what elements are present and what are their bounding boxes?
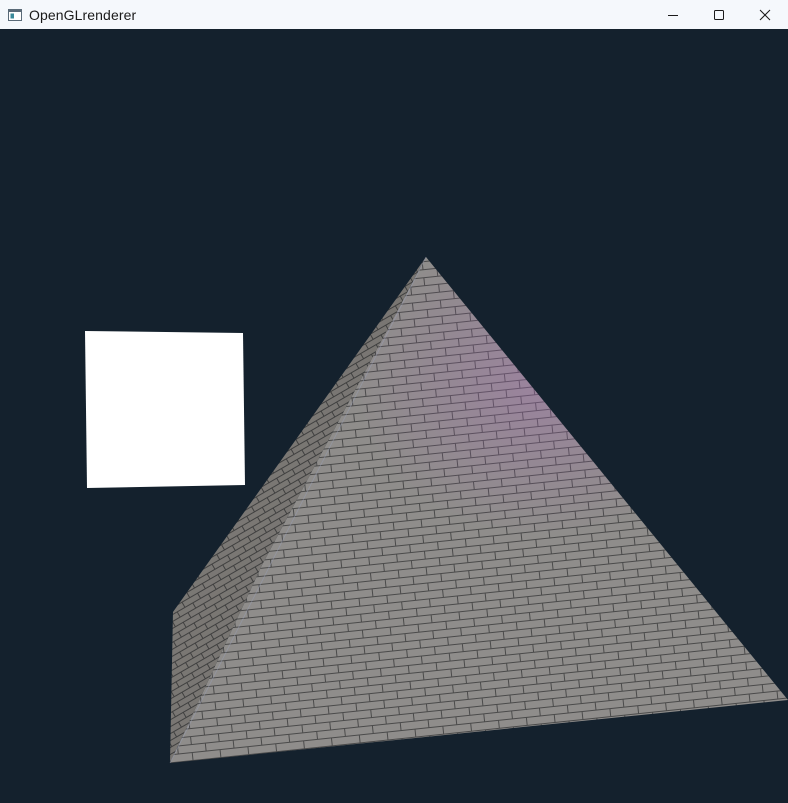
close-button[interactable] [742, 0, 788, 29]
scene-canvas [85, 256, 788, 764]
maximize-icon [714, 9, 724, 20]
close-icon [759, 9, 771, 20]
minimize-icon [668, 14, 678, 16]
app-window-icon [8, 8, 22, 22]
maximize-button[interactable] [696, 0, 742, 29]
window-title: OpenGLrenderer [29, 6, 137, 23]
minimize-button[interactable] [650, 0, 696, 29]
window-controls [650, 0, 788, 29]
render-viewport[interactable] [0, 29, 788, 803]
title-bar[interactable]: OpenGLrenderer [0, 0, 788, 29]
app-window: OpenGLrenderer [0, 0, 788, 803]
light-cube [85, 331, 245, 488]
